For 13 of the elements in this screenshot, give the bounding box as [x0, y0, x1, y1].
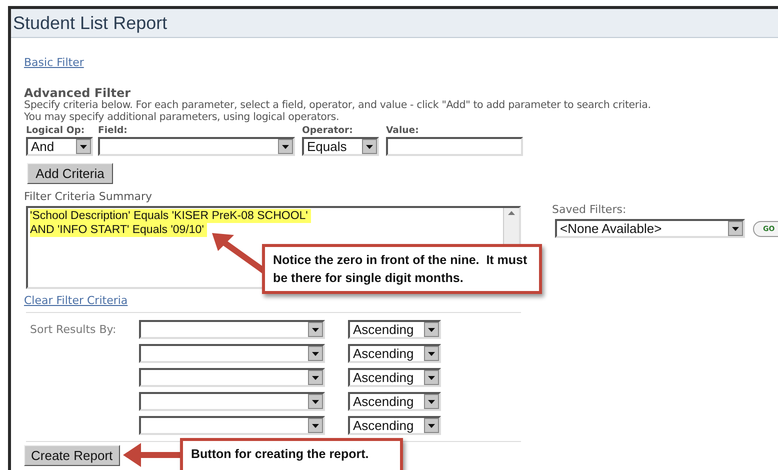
description-text: You may specify additional parameters, using logical operators.	[24, 112, 340, 123]
annotation-tooltip: Notice the zero in front of the nine. It must be there for single digit months.	[262, 244, 542, 294]
description-text: Specify criteria below. For each parameter, select a field, operator, and value - click "Add" to add parameter to search criteria.	[24, 100, 652, 112]
section-label: Filter Criteria Summary	[24, 190, 154, 203]
sort-label: Sort Results By:	[30, 323, 118, 336]
field-label: Value:	[386, 124, 420, 137]
section-heading: Advanced Filter	[24, 86, 132, 100]
field-label: Saved Filters:	[552, 203, 628, 216]
field-label: Logical Op:	[26, 124, 86, 137]
field-label: Field:	[98, 124, 128, 137]
annotation-tooltip: Button for creating the report.	[180, 438, 403, 470]
field-label: Operator:	[302, 124, 354, 137]
page-title: Student List Report	[13, 12, 168, 34]
